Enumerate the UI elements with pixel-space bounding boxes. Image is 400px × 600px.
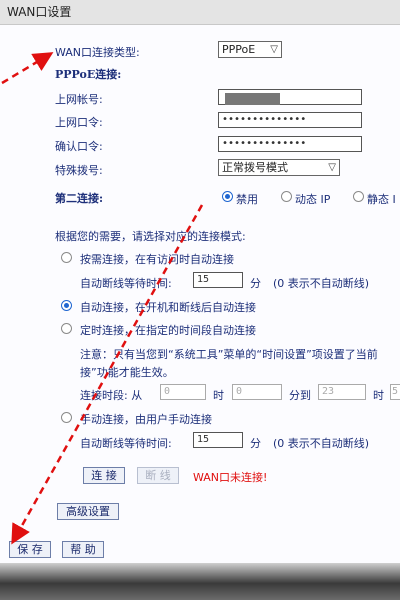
idle-time-hint: (0 表示不自动断线) — [273, 277, 370, 290]
special-dial-label: 特殊拨号: — [55, 164, 103, 177]
secondary-static-ip-radio[interactable] — [353, 191, 364, 202]
timed-connect-radio[interactable] — [61, 323, 72, 334]
wan-status-text: WAN口未连接! — [193, 471, 268, 484]
advanced-settings-button[interactable]: 高级设置 — [57, 503, 119, 520]
on-demand-radio[interactable] — [61, 252, 72, 263]
window-title: WAN口设置 — [7, 5, 72, 19]
account-redaction-block — [225, 93, 280, 105]
to-label: 分到 — [289, 389, 311, 402]
timed-note-line1: 注意：只有当您到“系统工具”菜单的“时间设置”项设置了当前 — [80, 348, 378, 361]
timed-note-line2: 接”功能才能生效。 — [80, 366, 174, 379]
bottom-photo-edge — [0, 563, 400, 600]
conn-type-value: PPPoE — [222, 43, 256, 56]
from-hour-unit: 时 — [213, 389, 224, 402]
manual-connect-radio[interactable] — [61, 412, 72, 423]
auto-connect-label: 自动连接，在开机和断线后自动连接 — [80, 301, 256, 314]
special-dial-value: 正常拨号模式 — [222, 161, 288, 174]
special-dial-select[interactable]: 正常拨号模式 ▽ — [218, 159, 340, 176]
idle-time-input[interactable]: 15 — [193, 272, 243, 288]
confirm-password-input[interactable]: •••••••••••••• — [218, 136, 362, 152]
conn-type-select[interactable]: PPPoE ▽ — [218, 41, 282, 58]
secondary-dynamic-ip-label: 动态 IP — [295, 193, 331, 206]
secondary-disabled-radio[interactable] — [222, 191, 233, 202]
disconnect-button[interactable]: 断 线 — [137, 467, 179, 484]
password-input[interactable]: •••••••••••••• — [218, 112, 362, 128]
to-hour-unit: 时 — [373, 389, 384, 402]
conn-type-label: WAN口连接类型: — [55, 46, 140, 59]
idle-time-2-input[interactable]: 15 — [193, 432, 243, 448]
secondary-conn-label: 第二连接: — [55, 192, 104, 205]
idle-time-unit: 分 — [250, 277, 261, 290]
secondary-dynamic-ip-radio[interactable] — [281, 191, 292, 202]
on-demand-label: 按需连接，在有访问时自动连接 — [80, 253, 234, 266]
timed-connect-label: 定时连接，在指定的时间段自动连接 — [80, 324, 256, 337]
idle-time-2-hint: (0 表示不自动断线) — [273, 437, 370, 450]
idle-time-2-label: 自动断线等待时间: — [80, 437, 172, 450]
pppoe-heading: PPPoE连接: — [55, 68, 122, 81]
wan-settings-panel: WAN口连接类型: PPPoE ▽ PPPoE连接: 上网帐号: 上网口令: •… — [0, 25, 400, 563]
idle-time-label: 自动断线等待时间: — [80, 277, 172, 290]
connect-button[interactable]: 连 接 — [83, 467, 125, 484]
help-button[interactable]: 帮 助 — [62, 541, 104, 558]
secondary-disabled-label: 禁用 — [236, 193, 258, 206]
window-titlebar: WAN口设置 — [0, 0, 400, 25]
chevron-down-icon: ▽ — [270, 44, 278, 55]
secondary-static-ip-label: 静态 I — [367, 193, 396, 206]
account-label: 上网帐号: — [55, 93, 103, 106]
mode-intro-text: 根据您的需要，请选择对应的连接模式: — [55, 230, 246, 243]
to-minute-input[interactable]: 5 — [390, 384, 400, 400]
chevron-down-icon: ▽ — [328, 162, 336, 173]
manual-connect-label: 手动连接，由用户手动连接 — [80, 413, 212, 426]
idle-time-2-unit: 分 — [250, 437, 261, 450]
to-hour-input[interactable]: 23 — [318, 384, 366, 400]
auto-connect-radio[interactable] — [61, 300, 72, 311]
save-button[interactable]: 保 存 — [9, 541, 51, 558]
from-hour-input[interactable]: 0 — [160, 384, 206, 400]
from-minute-input[interactable]: 0 — [232, 384, 282, 400]
confirm-password-label: 确认口令: — [55, 140, 103, 153]
period-from-label: 连接时段: 从 — [80, 389, 143, 402]
password-label: 上网口令: — [55, 116, 103, 129]
